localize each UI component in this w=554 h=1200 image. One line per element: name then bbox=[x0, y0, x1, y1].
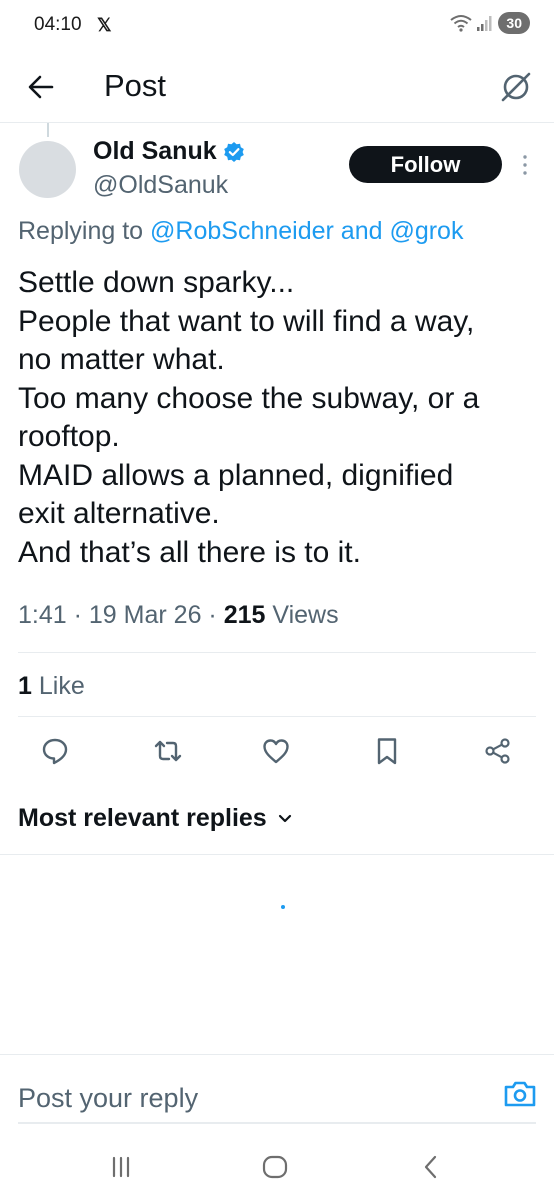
grok-button[interactable] bbox=[496, 67, 536, 107]
more-vertical-icon bbox=[523, 155, 527, 175]
bookmark-icon bbox=[377, 738, 397, 765]
replying-to-link[interactable]: @RobSchneider and @grok bbox=[150, 217, 463, 245]
author-handle[interactable]: @OldSanuk bbox=[93, 171, 228, 200]
chevron-down-icon bbox=[278, 814, 291, 822]
recent-apps-button[interactable] bbox=[103, 1151, 139, 1183]
system-navigation-bar bbox=[0, 1135, 554, 1200]
recent-apps-icon bbox=[112, 1156, 130, 1178]
post-text-line: People that want to will find a way, bbox=[18, 304, 475, 338]
meta-separator: · bbox=[208, 601, 224, 629]
post-text-line: no matter what. bbox=[18, 343, 225, 376]
divider bbox=[0, 1054, 554, 1055]
share-icon bbox=[485, 738, 510, 764]
post-text-line: Too many choose the subway, or a bbox=[18, 381, 480, 415]
signal-icon bbox=[477, 16, 492, 31]
post-text-line: exit alternative. bbox=[18, 497, 220, 530]
bookmark-button[interactable] bbox=[367, 731, 407, 771]
battery-indicator: 30 bbox=[498, 12, 530, 34]
repost-button[interactable] bbox=[148, 731, 188, 771]
header: Post bbox=[0, 55, 554, 123]
like-icon bbox=[263, 739, 289, 764]
repost-icon bbox=[154, 740, 182, 762]
arrow-left-icon bbox=[28, 75, 54, 99]
replies-sort-label: Most relevant replies bbox=[18, 804, 267, 832]
replying-to: Replying to @RobSchneider and @grok bbox=[18, 217, 463, 246]
post-text-line: MAID allows a planned, dignified bbox=[18, 458, 454, 492]
post-text: Settle down sparky... People that want t… bbox=[18, 264, 538, 572]
post-date[interactable]: 19 Mar 26 bbox=[89, 601, 202, 629]
likes-count: 1 bbox=[18, 672, 32, 700]
follow-button[interactable]: Follow bbox=[349, 146, 502, 183]
action-bar bbox=[0, 731, 554, 771]
share-button[interactable] bbox=[478, 731, 518, 771]
thread-line bbox=[47, 123, 49, 137]
views-label: Views bbox=[272, 601, 339, 629]
divider bbox=[18, 716, 536, 717]
post-text-line: And that’s all there is to it. bbox=[18, 535, 361, 569]
meta-separator: · bbox=[73, 601, 89, 629]
camera-icon bbox=[504, 1081, 536, 1107]
x-logo-icon: 𝕏 bbox=[97, 15, 112, 35]
home-icon bbox=[262, 1155, 288, 1179]
likes-summary[interactable]: 1 Like bbox=[18, 672, 85, 701]
reply-input-underline bbox=[18, 1122, 536, 1124]
views-count: 215 bbox=[223, 601, 266, 629]
likes-label: Like bbox=[38, 672, 85, 700]
verified-badge-icon bbox=[223, 141, 244, 162]
loading-spinner bbox=[281, 905, 285, 909]
avatar[interactable] bbox=[19, 141, 76, 198]
like-button[interactable] bbox=[256, 731, 296, 771]
divider bbox=[0, 854, 554, 855]
more-options-button[interactable] bbox=[514, 150, 536, 180]
back-nav-button[interactable] bbox=[413, 1151, 449, 1183]
post-meta: 1:41 · 19 Mar 26 · 215 Views bbox=[18, 601, 339, 630]
post-text-line: Settle down sparky... bbox=[18, 266, 295, 299]
replying-prefix: Replying to bbox=[18, 217, 144, 245]
page-title: Post bbox=[104, 68, 167, 103]
post-time[interactable]: 1:41 bbox=[18, 601, 67, 629]
reply-button[interactable] bbox=[35, 731, 75, 771]
replies-sort-dropdown[interactable]: Most relevant replies bbox=[18, 804, 293, 833]
reply-input[interactable] bbox=[18, 1076, 468, 1120]
grok-icon bbox=[501, 72, 531, 102]
post-text-line: rooftop. bbox=[18, 420, 120, 453]
status-bar: 04:10 𝕏 30 bbox=[0, 0, 554, 52]
status-indicators: 30 bbox=[450, 12, 530, 34]
divider bbox=[18, 652, 536, 653]
back-button[interactable] bbox=[22, 69, 62, 105]
back-chevron-icon bbox=[424, 1155, 437, 1179]
home-button[interactable] bbox=[257, 1151, 293, 1183]
reply-icon bbox=[42, 738, 68, 765]
wifi-icon bbox=[450, 15, 473, 32]
author-name[interactable]: Old Sanuk bbox=[93, 137, 245, 166]
camera-button[interactable] bbox=[502, 1076, 538, 1112]
status-time: 04:10 bbox=[34, 14, 82, 35]
author-name-text: Old Sanuk bbox=[93, 137, 217, 165]
